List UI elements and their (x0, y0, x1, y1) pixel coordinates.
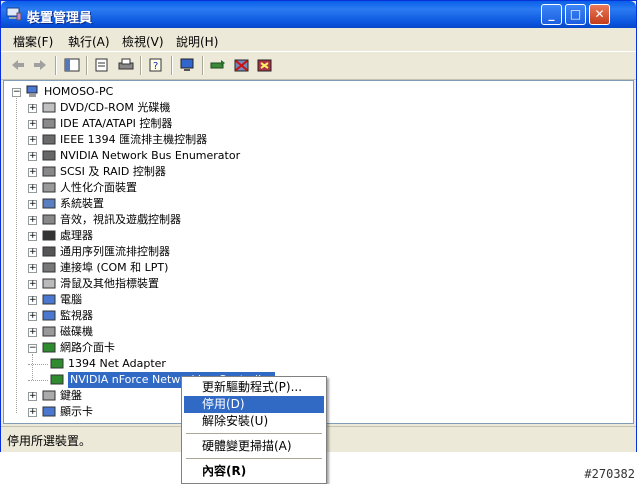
expand-toggle[interactable]: + (28, 264, 37, 273)
cdrom-icon (42, 102, 56, 113)
menu-help[interactable]: 說明(H) (176, 33, 218, 50)
expand-toggle[interactable]: + (28, 328, 37, 337)
usb-icon (42, 246, 56, 257)
collapse-toggle[interactable]: − (12, 88, 21, 97)
network-card-icon (50, 374, 64, 385)
window-title: 裝置管理員 (27, 11, 93, 26)
expand-toggle[interactable]: + (28, 280, 37, 289)
minimize-button[interactable]: _ (541, 4, 562, 25)
svg-text:?: ? (153, 61, 158, 72)
ctx-separator (186, 458, 322, 459)
forward-arrow-icon[interactable] (31, 57, 49, 73)
tree-item-label: 網路介面卡 (60, 341, 115, 354)
ctx-properties[interactable]: 內容(R) (184, 463, 324, 480)
scsi-icon (42, 166, 56, 177)
network-bus-icon (42, 150, 56, 161)
context-menu: 更新驅動程式(P)... 停用(D) 解除安裝(U) 硬體變更掃描(A) 內容(… (181, 376, 327, 484)
expand-toggle[interactable]: + (28, 120, 37, 129)
disable-device-icon[interactable] (233, 57, 251, 73)
ctx-scan-hardware[interactable]: 硬體變更掃描(A) (184, 438, 324, 455)
tree-item-label: NVIDIA Network Bus Enumerator (60, 149, 241, 162)
expand-toggle[interactable]: + (28, 216, 37, 225)
tree-item-label: 通用序列匯流排控制器 (60, 245, 170, 258)
tree-item-label: 滑鼠及其他指標裝置 (60, 277, 159, 290)
device-tree[interactable]: − HOMOSO-PC + DVD/CD-ROM 光碟機 + IDE ATA/ATAP… (3, 80, 634, 424)
expand-toggle[interactable]: + (28, 136, 37, 145)
disk-icon (42, 326, 56, 337)
status-text: 停用所選裝置。 (7, 434, 92, 448)
expand-toggle[interactable]: + (28, 184, 37, 193)
tree-item-label: 電腦 (60, 293, 82, 306)
network-card-icon (42, 342, 56, 353)
expand-toggle[interactable]: + (28, 296, 37, 305)
computer-icon (26, 85, 38, 97)
ctx-update-driver[interactable]: 更新驅動程式(P)... (184, 379, 324, 396)
ctx-disable[interactable]: 停用(D) (184, 396, 324, 413)
tree-item-label: 處理器 (60, 229, 93, 242)
mouse-icon (42, 278, 56, 289)
tree-item-label: 監視器 (60, 309, 93, 322)
menu-file[interactable]: 檔案(F) (13, 33, 53, 50)
expand-toggle[interactable]: + (28, 232, 37, 241)
menu-bar: 檔案(F) 執行(A) 檢視(V) 說明(H) (1, 28, 636, 50)
tree-item-label: 1394 Net Adapter (68, 357, 166, 370)
expand-toggle[interactable]: + (28, 200, 37, 209)
tree-item-label: 系統裝置 (60, 197, 104, 210)
display-icon (42, 406, 56, 417)
watermark-text: #270382 (584, 467, 635, 481)
ctx-uninstall[interactable]: 解除安裝(U) (184, 413, 324, 430)
cpu-icon (42, 230, 56, 241)
back-arrow-icon[interactable] (9, 57, 27, 73)
port-icon (42, 262, 56, 273)
sound-icon (42, 214, 56, 225)
tree-item-label: DVD/CD-ROM 光碟機 (60, 101, 171, 114)
ide-icon (42, 118, 56, 129)
expand-toggle[interactable]: + (28, 152, 37, 161)
menu-action[interactable]: 執行(A) (68, 33, 110, 50)
firewire-icon (42, 134, 56, 145)
tree-item-label: 磁碟機 (60, 325, 93, 338)
help-icon[interactable]: ? (147, 57, 165, 73)
tree-item-label: 人性化介面裝置 (60, 181, 137, 194)
keyboard-icon (42, 390, 56, 401)
expand-toggle[interactable]: + (28, 248, 37, 257)
title-bar[interactable]: 裝置管理員 _ □ ✕ (1, 1, 636, 28)
tree-item-label: 音效，視訊及遊戲控制器 (60, 213, 181, 226)
expand-toggle[interactable]: + (28, 168, 37, 177)
ctx-separator (186, 433, 322, 434)
tree-item-label: 連接埠 (COM 和 LPT) (60, 261, 169, 274)
menu-view[interactable]: 檢視(V) (122, 33, 164, 50)
tree-root-label: HOMOSO-PC (44, 85, 114, 98)
system-icon (42, 198, 56, 209)
monitor-icon (42, 310, 56, 321)
tree-item-label: IEEE 1394 匯流排主機控制器 (60, 133, 208, 146)
tree-item-label: SCSI 及 RAID 控制器 (60, 165, 166, 178)
collapse-toggle[interactable]: − (28, 344, 37, 353)
computer-icon (42, 294, 56, 305)
tree-item-label: IDE ATA/ATAPI 控制器 (60, 117, 173, 130)
expand-toggle[interactable]: + (28, 104, 37, 113)
properties-icon[interactable] (93, 57, 111, 73)
hid-icon (42, 182, 56, 193)
expand-toggle[interactable]: + (28, 408, 37, 417)
expand-toggle[interactable]: + (28, 392, 37, 401)
network-card-icon (50, 358, 64, 369)
expand-toggle[interactable]: + (28, 312, 37, 321)
toolbar: ? (1, 51, 636, 80)
close-button[interactable]: ✕ (589, 4, 610, 25)
tree-item-label: 顯示卡 (60, 405, 93, 418)
maximize-button[interactable]: □ (565, 4, 586, 25)
properties-pane-icon[interactable] (63, 57, 81, 73)
update-driver-icon[interactable] (209, 57, 227, 73)
device-manager-app-icon (6, 7, 22, 21)
uninstall-device-icon[interactable] (256, 57, 274, 73)
print-icon[interactable] (117, 57, 135, 73)
monitor-icon[interactable] (179, 57, 197, 73)
tree-item-label: 鍵盤 (60, 389, 82, 402)
